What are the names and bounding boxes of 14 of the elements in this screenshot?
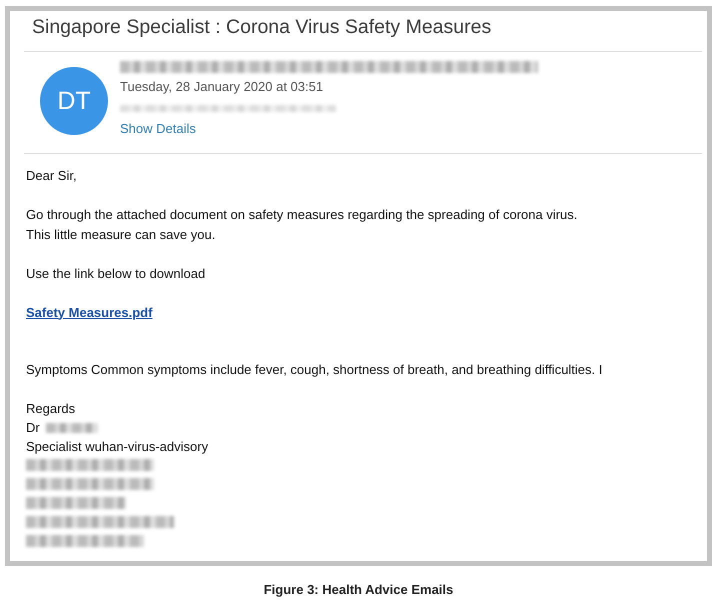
figure-caption: Figure 3: Health Advice Emails	[262, 582, 454, 597]
signature-line: Specialist wuhan-virus-advisory	[26, 438, 208, 456]
email-date: Tuesday, 28 January 2020 at 03:51	[120, 79, 324, 96]
signature-line: Regards	[26, 400, 76, 418]
blurred-text	[46, 422, 98, 432]
show-details-link[interactable]: Show Details	[120, 121, 196, 136]
signature-line: Dr	[26, 418, 40, 437]
email-subject: Singapore Specialist : Corona Virus Safety Measures	[24, 11, 702, 52]
body-paragraph: Dear Sir,	[26, 167, 78, 185]
attachment-link[interactable]: Safety Measures.pdf	[26, 304, 152, 320]
avatar: DT	[40, 67, 108, 135]
body-paragraph: Go through the attached document on safety measures regarding the spreading of corona virus. This little measure can save you.	[26, 206, 578, 244]
body-paragraph: Use the link below to download	[26, 264, 206, 282]
body-paragraph: Symptoms Common symptoms include fever, cough, shortness of breath, and breathing difficulties. I	[26, 361, 604, 379]
